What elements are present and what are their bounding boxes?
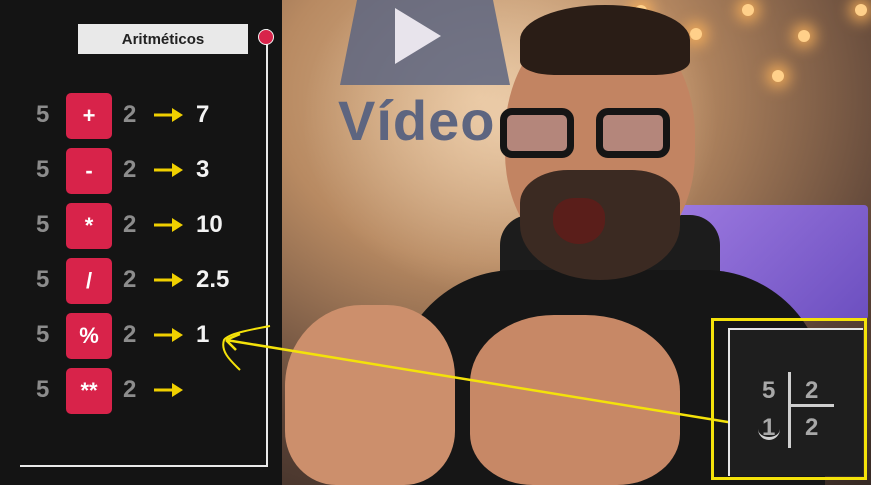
operator-row: 5 * 2 10 <box>0 203 282 249</box>
operator-row: 5 - 2 3 <box>0 148 282 194</box>
left-hand <box>285 305 455 485</box>
operator-row: 5 ** 2 <box>0 368 282 414</box>
lamp-bulb <box>772 70 784 82</box>
operator-row: 5 + 2 7 <box>0 93 282 139</box>
lamp-bulb <box>742 4 754 16</box>
result-value: 7 <box>196 101 210 128</box>
arrow-right-icon <box>154 163 183 177</box>
lamp-bulb <box>798 30 810 42</box>
glasses-lens-right <box>596 108 670 158</box>
person-mouth <box>553 198 605 244</box>
right-operand: 2 <box>123 101 137 128</box>
quotient: 2 <box>805 414 819 441</box>
operator-badge: % <box>66 313 112 359</box>
right-operand: 2 <box>123 321 137 348</box>
operator-badge: + <box>66 93 112 139</box>
left-operand: 5 <box>36 156 50 183</box>
glasses <box>500 108 680 164</box>
operators-panel: Aritméticos 5 + 2 7 5 - 2 3 5 * 2 10 5 /… <box>0 0 282 485</box>
wall-logo-text: Vídeo <box>338 89 496 152</box>
operator-row: 5 / 2 2.5 <box>0 258 282 304</box>
lamp-bulb <box>690 28 702 40</box>
play-icon <box>395 8 441 64</box>
operator-badge: * <box>66 203 112 249</box>
operator-badge: / <box>66 258 112 304</box>
right-operand: 2 <box>123 376 137 403</box>
right-hand <box>470 315 680 485</box>
result-value: 2.5 <box>196 266 230 293</box>
red-dot-icon <box>258 29 274 45</box>
arrow-right-icon <box>154 328 183 342</box>
divisor: 2 <box>805 377 819 404</box>
operator-row: 5 % 2 1 <box>0 313 282 359</box>
division-bar-vertical <box>788 372 791 448</box>
lamp-bulb <box>855 4 867 16</box>
left-operand: 5 <box>36 101 50 128</box>
person-hair <box>520 5 690 75</box>
arrow-right-icon <box>154 383 183 397</box>
dividend: 5 <box>762 377 776 404</box>
result-value: 1 <box>196 321 210 348</box>
arrow-right-icon <box>154 108 183 122</box>
operator-badge: - <box>66 148 112 194</box>
left-operand: 5 <box>36 266 50 293</box>
right-operand: 2 <box>123 211 137 238</box>
left-operand: 5 <box>36 211 50 238</box>
right-operand: 2 <box>123 156 137 183</box>
result-value: 10 <box>196 211 223 238</box>
arrow-right-icon <box>154 273 183 287</box>
division-bar-horizontal <box>790 404 834 407</box>
result-value: 3 <box>196 156 210 183</box>
right-operand: 2 <box>123 266 137 293</box>
arrow-right-icon <box>154 218 183 232</box>
glasses-lens-left <box>500 108 574 158</box>
left-operand: 5 <box>36 376 50 403</box>
operator-badge: ** <box>66 368 112 414</box>
left-operand: 5 <box>36 321 50 348</box>
panel-title: Aritméticos <box>78 24 248 54</box>
